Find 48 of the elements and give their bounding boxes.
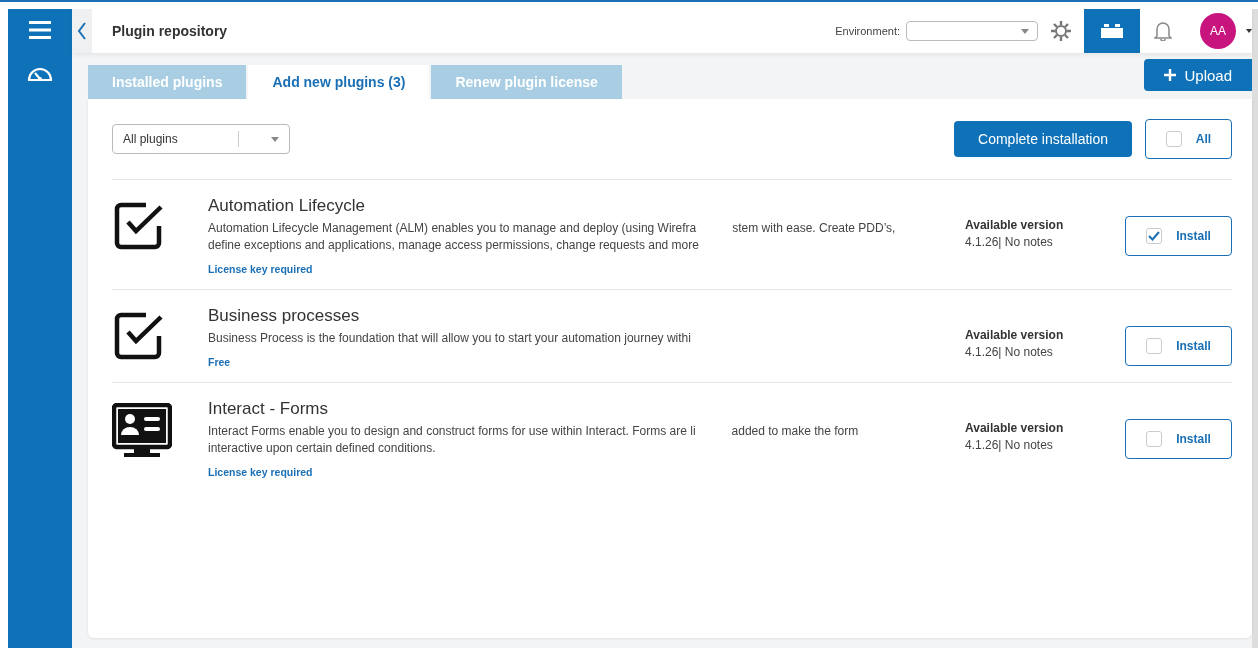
user-avatar[interactable]: AA (1200, 13, 1236, 49)
settings-icon[interactable] (1050, 20, 1072, 42)
page-title: Plugin repository (112, 23, 229, 39)
back-icon (77, 22, 87, 40)
license-note: Free (208, 356, 232, 368)
plus-icon (1164, 69, 1177, 81)
license-note: License key required (208, 263, 314, 275)
plugin-description: interactive upon certain defined conditions. (208, 440, 436, 457)
checkbox-icon (112, 310, 164, 362)
version-label: Available version (965, 328, 1065, 342)
complete-installation-button[interactable]: Complete installation (954, 121, 1132, 157)
bell-icon[interactable] (1154, 21, 1172, 41)
plugin-name: Interact - Forms (208, 399, 329, 419)
plugin-filter-dropdown[interactable]: All plugins (112, 124, 290, 154)
version-label: Available version (965, 421, 1065, 435)
plugin-name: Automation Lifecycle (208, 196, 366, 216)
license-note: License key required (208, 466, 314, 478)
caret-icon (271, 136, 279, 142)
plugin-name: Business processes (208, 306, 361, 326)
plugin-description: define exceptions and applications, manage access permissions, change requests and more (208, 237, 699, 254)
plugin-description: added to make the form (731, 423, 859, 440)
tab[interactable]: Add new plugins (3) (248, 65, 430, 99)
caret-icon (1021, 28, 1029, 34)
select-all-button[interactable]: All (1145, 119, 1232, 159)
checkbox[interactable] (1146, 338, 1163, 354)
install-button[interactable]: Install (1125, 326, 1232, 366)
checkbox[interactable] (1146, 431, 1163, 447)
checkbox[interactable] (1165, 131, 1182, 147)
install-button[interactable]: Install (1125, 216, 1232, 256)
environment-label: Environment: (835, 25, 900, 37)
caret-icon[interactable] (1246, 29, 1252, 33)
version-text: 4.1.26| No notes (965, 438, 1054, 452)
plugins-button[interactable] (1084, 9, 1140, 53)
brick-icon (1101, 24, 1123, 38)
upload-button[interactable]: Upload (1144, 59, 1252, 91)
plugin-description: Automation Lifecycle Management (ALM) enables you to manage and deploy (using Wirefra (208, 220, 697, 237)
plugin-description: stem with ease. Create PDD’s, (732, 220, 896, 237)
plugin-description: Business Process is the foundation that will allow you to start your automation journey withi (208, 330, 691, 347)
gauge-icon[interactable] (27, 65, 53, 83)
plugin-description: Interact Forms enable you to design and construct forms for use within Interact. Forms are li (208, 423, 696, 440)
back-button[interactable] (72, 9, 92, 53)
menu-icon[interactable] (29, 21, 51, 39)
version-label: Available version (965, 218, 1065, 232)
checkbox[interactable] (1146, 228, 1163, 244)
version-text: 4.1.26| No notes (965, 345, 1054, 359)
checkbox-icon (112, 200, 164, 252)
version-text: 4.1.26| No notes (965, 235, 1054, 249)
install-button[interactable]: Install (1125, 419, 1232, 459)
